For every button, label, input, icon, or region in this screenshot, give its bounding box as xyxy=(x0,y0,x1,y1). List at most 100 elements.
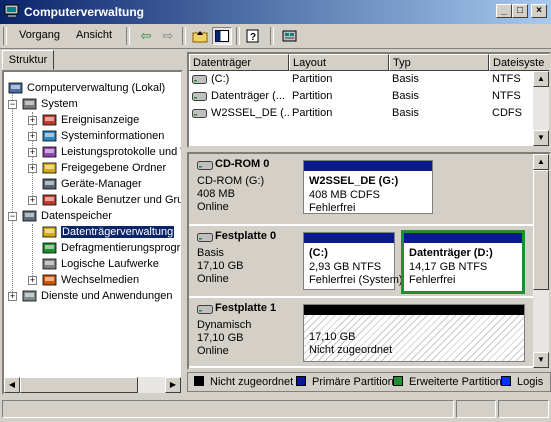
table-cell-type: Basis xyxy=(392,90,419,102)
title-bar[interactable]: Computerverwaltung _ □ × xyxy=(0,0,551,24)
tree-item-0[interactable]: Computerverwaltung (Lokal) xyxy=(8,80,165,96)
column-header-typ[interactable]: Typ xyxy=(389,54,489,71)
tree-item-label: Datenspeicher xyxy=(41,210,112,222)
legend-label: Nicht zugeordnet xyxy=(210,376,294,388)
legend-label: Logis xyxy=(517,376,544,388)
legend-item: Logis xyxy=(501,376,543,388)
minimize-button[interactable]: _ xyxy=(496,4,512,18)
tree-connector xyxy=(12,92,13,296)
up-folder-icon[interactable] xyxy=(190,27,210,45)
tree-item-11[interactable]: Logische Laufwerke xyxy=(42,256,159,272)
removable-media-icon xyxy=(42,274,58,287)
disk-type: Dynamisch xyxy=(197,319,252,331)
disk-status: Online xyxy=(197,273,229,285)
shared-folder-icon xyxy=(42,162,58,175)
expand-button[interactable]: + xyxy=(28,276,37,285)
back-arrow-icon[interactable]: ⇦ xyxy=(136,27,156,45)
disk-size: 17,10 GB xyxy=(197,332,244,344)
disk-info-0[interactable]: CD-ROM 0 CD-ROM (G:) 408 MB Online xyxy=(189,154,297,226)
tools-icon xyxy=(22,98,38,111)
tree-item-6[interactable]: Geräte-Manager xyxy=(42,176,142,192)
show-tree-icon[interactable] xyxy=(212,27,232,45)
tree-item-label: Computerverwaltung (Lokal) xyxy=(27,82,166,94)
volume-list: Datenträger Layout Typ Dateisyste (C:) Pa… xyxy=(187,52,551,148)
menu-vorgang[interactable]: Vorgang xyxy=(19,29,60,41)
tree-item-label: System xyxy=(41,98,78,110)
expand-button[interactable]: + xyxy=(28,164,37,173)
forward-arrow-icon[interactable]: ⇨ xyxy=(158,27,178,45)
tree-item-12[interactable]: Wechselmedien xyxy=(42,272,139,288)
tree-item-7[interactable]: Lokale Benutzer und Grup xyxy=(42,192,183,208)
vertical-scrollbar[interactable]: ▲ ▼ xyxy=(533,154,549,368)
scroll-down-button[interactable]: ▼ xyxy=(533,130,549,146)
properties-icon[interactable] xyxy=(280,27,300,45)
partition-block[interactable]: W2SSEL_DE (G:) 408 MB CDFS Fehlerfrei xyxy=(303,160,433,214)
tree-item-label: Ereignisanzeige xyxy=(61,114,140,126)
expand-button[interactable]: + xyxy=(28,148,37,157)
column-header-dateisystem[interactable]: Dateisyste xyxy=(489,54,549,71)
tree-item-5[interactable]: Freigegebene Ordner xyxy=(42,160,166,176)
scroll-thumb[interactable] xyxy=(20,377,138,393)
help-icon[interactable]: ? xyxy=(244,27,264,45)
partition-type-bar xyxy=(404,233,522,243)
event-viewer-icon xyxy=(42,114,58,127)
system-info-icon xyxy=(42,130,58,143)
svg-text:?: ? xyxy=(250,32,256,43)
legend-swatch xyxy=(501,376,511,386)
expand-button[interactable]: + xyxy=(8,292,17,301)
scroll-up-button[interactable]: ▲ xyxy=(533,154,549,170)
tree-item-4[interactable]: Leistungsprotokolle und W xyxy=(42,144,181,160)
collapse-button[interactable]: − xyxy=(8,100,17,109)
partition-size: 14,17 GB NTFS xyxy=(409,261,488,273)
cd-drive-icon xyxy=(192,108,207,125)
computer-management-icon xyxy=(4,4,19,17)
tree-item-9[interactable]: Datenträgerverwaltung xyxy=(42,224,175,240)
tree-item-3[interactable]: Systeminformationen xyxy=(42,128,164,144)
tree-item-1[interactable]: System xyxy=(22,96,78,112)
table-row[interactable]: W2SSEL_DE (... Partition Basis CDFS xyxy=(189,105,549,125)
legend-item: Erweiterte Partition xyxy=(393,376,502,388)
scroll-down-button[interactable]: ▼ xyxy=(533,352,549,368)
tab-struktur[interactable]: Struktur xyxy=(2,50,54,70)
tree-item-label: Defragmentierungsprogr xyxy=(61,242,181,254)
table-cell-name: W2SSEL_DE (... xyxy=(211,107,291,119)
scroll-up-button[interactable]: ▲ xyxy=(533,71,549,87)
partition-type-bar xyxy=(304,305,524,315)
window-title: Computerverwaltung xyxy=(24,5,145,19)
expand-button[interactable]: + xyxy=(28,196,37,205)
tree-item-13[interactable]: Dienste und Anwendungen xyxy=(22,288,173,304)
scroll-left-button[interactable]: ◀ xyxy=(4,377,20,393)
partition-type-bar xyxy=(304,161,432,171)
table-cell-name: Datenträger (... xyxy=(211,90,285,102)
partition-title: W2SSEL_DE (G:) xyxy=(309,175,399,187)
disk-info-1[interactable]: Festplatte 0 Basis 17,10 GB Online xyxy=(189,226,297,298)
partition-area: W2SSEL_DE (G:) 408 MB CDFS Fehlerfrei xyxy=(297,154,535,226)
table-row[interactable]: Datenträger (... Partition Basis NTFS xyxy=(189,88,549,105)
close-button[interactable]: × xyxy=(531,4,547,18)
partition-size: 17,10 GB xyxy=(309,331,356,343)
horizontal-scrollbar[interactable]: ◀ ▶ xyxy=(4,377,181,393)
maximize-button[interactable]: □ xyxy=(512,4,528,18)
table-row[interactable]: (C:) Partition Basis NTFS xyxy=(189,71,549,88)
partition-title: (C:) xyxy=(309,247,328,259)
disk-name: CD-ROM 0 xyxy=(215,158,270,170)
expand-button[interactable]: + xyxy=(28,132,37,141)
partition-block[interactable]: (C:) 2,93 GB NTFS Fehlerfrei (System) xyxy=(303,232,403,290)
collapse-button[interactable]: − xyxy=(8,212,17,221)
vertical-scrollbar[interactable]: ▲ ▼ xyxy=(533,71,549,146)
column-header-datentraeger[interactable]: Datenträger xyxy=(189,54,289,71)
disk-name: Festplatte 1 xyxy=(215,302,277,314)
menu-ansicht[interactable]: Ansicht xyxy=(76,29,112,41)
tree-item-8[interactable]: Datenspeicher xyxy=(22,208,112,224)
tree-item-10[interactable]: Defragmentierungsprogr xyxy=(42,240,180,256)
scroll-thumb[interactable] xyxy=(533,170,549,290)
disk-info-2[interactable]: Festplatte 1 Dynamisch 17,10 GB Online xyxy=(189,298,297,368)
column-header-layout[interactable]: Layout xyxy=(289,54,389,71)
expand-button[interactable]: + xyxy=(28,116,37,125)
tree-item-label: Lokale Benutzer und Grup xyxy=(61,194,183,206)
tree-item-2[interactable]: Ereignisanzeige xyxy=(42,112,139,128)
unallocated-space[interactable]: 17,10 GB Nicht zugeordnet xyxy=(303,304,525,362)
scroll-right-button[interactable]: ▶ xyxy=(165,377,181,393)
partition-block[interactable]: Datenträger (D:) 14,17 GB NTFS Fehlerfrei xyxy=(401,230,525,294)
disk-management-icon xyxy=(42,226,58,239)
